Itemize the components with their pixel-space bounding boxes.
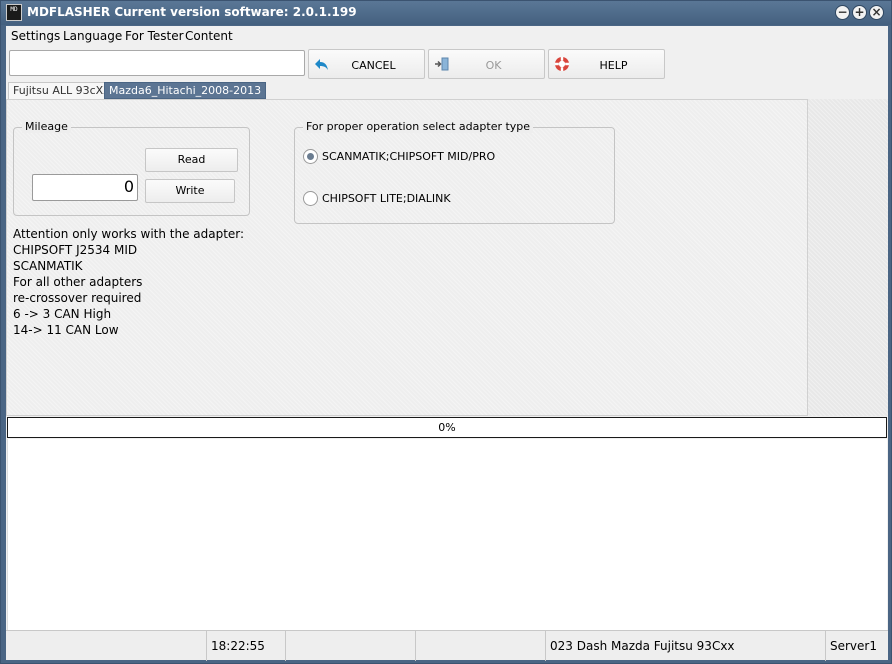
tab-mazda6-hitachi[interactable]: Mazda6_Hitachi_2008-2013 — [104, 82, 267, 99]
menu-for-tester[interactable]: For Tester — [125, 29, 184, 43]
tab-bar: Fujitsu ALL 93cXX Mazda6_Hitachi_2008-20… — [6, 82, 888, 99]
title-bar[interactable]: MD MDFLASHER Current version software: 2… — [1, 1, 891, 25]
ok-button[interactable]: OK — [428, 49, 545, 79]
cancel-button[interactable]: CANCEL — [308, 49, 425, 79]
note-line: re-crossover required — [13, 291, 142, 305]
status-module: 023 Dash Mazda Fujitsu 93Cxx — [546, 631, 826, 661]
progress-text: 0% — [438, 421, 456, 434]
client-area: Settings Language For Tester Content CAN… — [6, 26, 888, 661]
radio-label: SCANMATIK;CHIPSOFT MID/PRO — [322, 150, 496, 163]
menu-content[interactable]: Content — [185, 29, 233, 43]
toolbar: CANCEL OK HELP — [6, 46, 888, 82]
minimize-button[interactable]: − — [835, 5, 850, 20]
note-line: For all other adapters — [13, 275, 143, 289]
help-label: HELP — [599, 59, 628, 72]
panel-side-area — [808, 99, 888, 416]
tab-fujitsu-all-93cxx[interactable]: Fujitsu ALL 93cXX — [8, 82, 116, 99]
adapter-group-title: For proper operation select adapter type — [303, 120, 534, 133]
progress-bar: 0% — [7, 417, 887, 438]
write-button[interactable]: Write — [145, 179, 235, 203]
menu-bar: Settings Language For Tester Content — [6, 26, 888, 46]
window-title: MDFLASHER Current version software: 2.0.… — [27, 5, 357, 19]
status-cell-empty — [286, 631, 416, 661]
adapter-type-group: For proper operation select adapter type… — [294, 120, 615, 224]
cancel-label: CANCEL — [351, 59, 396, 72]
read-button[interactable]: Read — [145, 148, 238, 172]
note-line: SCANMATIK — [13, 259, 83, 273]
log-area[interactable] — [7, 439, 887, 630]
status-bar: 18:22:55 023 Dash Mazda Fujitsu 93Cxx Se… — [6, 630, 888, 661]
status-time: 18:22:55 — [207, 631, 286, 661]
help-button[interactable]: HELP — [548, 49, 665, 79]
status-cell-empty — [416, 631, 546, 661]
app-logo-icon: MD — [6, 4, 22, 21]
status-server: Server1 — [830, 639, 877, 653]
maximize-button[interactable]: + — [852, 5, 867, 20]
status-cell-empty — [6, 631, 207, 661]
menu-language[interactable]: Language — [63, 29, 122, 43]
app-window: MD MDFLASHER Current version software: 2… — [0, 0, 892, 664]
radio-button-checked[interactable] — [303, 149, 318, 164]
close-button[interactable]: × — [869, 5, 884, 20]
mileage-input[interactable]: 0 — [32, 174, 138, 201]
adapter-note: Attention only works with the adapter: C… — [13, 226, 244, 338]
note-line: Attention only works with the adapter: — [13, 227, 245, 241]
toolbar-input[interactable] — [9, 50, 305, 76]
note-line: 6 -> 3 CAN High — [13, 307, 112, 321]
radio-label: CHIPSOFT LITE;DIALINK — [322, 192, 451, 205]
tab-content-panel: Mileage Read 0 Write Attention only work… — [6, 99, 808, 416]
radio-button-unchecked[interactable] — [303, 191, 318, 206]
mileage-group-title: Mileage — [22, 120, 71, 133]
mileage-group: Mileage Read 0 Write — [13, 120, 250, 216]
menu-settings[interactable]: Settings — [11, 29, 60, 43]
note-line: 14-> 11 CAN Low — [13, 323, 119, 337]
note-line: CHIPSOFT J2534 MID — [13, 243, 138, 257]
ok-label: OK — [485, 59, 502, 72]
